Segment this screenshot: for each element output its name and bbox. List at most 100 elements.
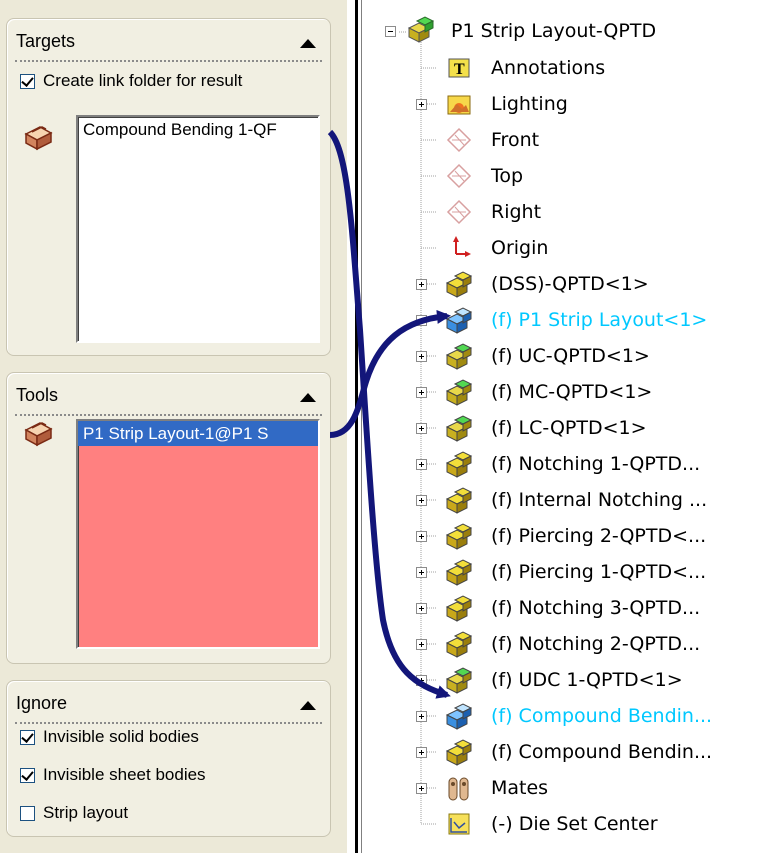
tree-node[interactable]: Top <box>367 158 757 194</box>
tree-node[interactable]: (f) Piercing 1-QPTD<... <box>367 554 757 590</box>
panel-divider <box>15 722 322 724</box>
expand-plus-icon[interactable] <box>416 747 427 758</box>
tools-listbox[interactable]: P1 Strip Layout-1@P1 S <box>76 419 320 649</box>
expand-plus-icon[interactable] <box>416 423 427 434</box>
expand-plus-icon[interactable] <box>416 315 427 326</box>
expand-plus-icon[interactable] <box>416 351 427 362</box>
tree-node-label: Annotations <box>491 57 606 79</box>
create-link-folder-label: Create link folder for result <box>43 71 243 90</box>
strip-layout-checkbox[interactable] <box>20 805 35 821</box>
body-selection-icon <box>24 422 53 447</box>
plane-icon <box>446 127 472 153</box>
tree-node[interactable]: Front <box>367 122 757 158</box>
splitter-line <box>355 0 358 853</box>
assembly-green-icon <box>445 379 473 406</box>
assembly-yellow-icon <box>445 595 473 622</box>
tree-node-label: (f) P1 Strip Layout<1> <box>491 309 708 331</box>
create-link-folder-checkbox[interactable] <box>20 73 35 89</box>
tools-panel: Tools P1 Strip Layout-1@P1 S <box>6 372 331 664</box>
annotations-icon: T <box>448 58 470 78</box>
assembly-blue-icon <box>445 703 473 730</box>
tree-node-label: (f) UDC 1-QPTD<1> <box>491 669 683 691</box>
pane-splitter[interactable] <box>347 0 367 853</box>
svg-text:T: T <box>454 61 465 78</box>
expand-plus-icon[interactable] <box>416 639 427 650</box>
splitter-shadow <box>361 0 362 853</box>
tool-list-item[interactable]: P1 Strip Layout-1@P1 S <box>78 421 318 446</box>
create-link-folder-option[interactable]: Create link folder for result <box>20 69 242 93</box>
tree-node[interactable]: (f) Internal Notching ... <box>367 482 757 518</box>
tree-node[interactable]: (f) Notching 3-QPTD... <box>367 590 757 626</box>
tree-node[interactable]: T Annotations <box>367 50 757 86</box>
targets-panel: Targets Create link folder for result Co… <box>6 18 331 356</box>
collapse-up-icon[interactable] <box>300 701 316 710</box>
ignore-option-invisible-sheet[interactable]: Invisible sheet bodies <box>20 763 206 787</box>
ignore-option-invisible-solid[interactable]: Invisible solid bodies <box>20 725 199 749</box>
tree-node[interactable]: (DSS)-QPTD<1> <box>367 266 757 302</box>
tree-node-label: (f) Notching 1-QPTD... <box>491 453 701 475</box>
tree-node-label: (f) Compound Bendin... <box>491 705 713 727</box>
expand-plus-icon[interactable] <box>416 603 427 614</box>
assembly-green-icon <box>445 667 473 694</box>
expand-plus-icon[interactable] <box>416 387 427 398</box>
feature-manager-tree: P1 Strip Layout-QPTD T Annotations Lighti… <box>367 0 757 853</box>
tree-node[interactable]: (f) Compound Bendin... <box>367 734 757 770</box>
collapse-up-icon[interactable] <box>300 393 316 402</box>
targets-title: Targets <box>16 31 76 51</box>
invisible-sheet-bodies-label: Invisible sheet bodies <box>43 765 206 784</box>
expand-plus-icon[interactable] <box>416 279 427 290</box>
ignore-option-strip-layout[interactable]: Strip layout <box>20 801 128 825</box>
invisible-solid-bodies-label: Invisible solid bodies <box>43 727 199 746</box>
tree-node-label: Right <box>491 201 542 223</box>
tree-node[interactable]: (f) UDC 1-QPTD<1> <box>367 662 757 698</box>
expand-plus-icon[interactable] <box>416 495 427 506</box>
assembly-green-icon <box>445 343 473 370</box>
assembly-yellow-icon <box>445 739 473 766</box>
tree-node-label: (f) Piercing 2-QPTD<... <box>491 525 707 547</box>
collapse-up-icon[interactable] <box>300 39 316 48</box>
expand-plus-icon[interactable] <box>416 675 427 686</box>
tree-node[interactable]: Lighting <box>367 86 757 122</box>
expand-plus-icon[interactable] <box>416 99 427 110</box>
tree-node-label: (f) Piercing 1-QPTD<... <box>491 561 707 583</box>
invisible-solid-bodies-checkbox[interactable] <box>20 729 35 745</box>
tree-node[interactable]: (f) Piercing 2-QPTD<... <box>367 518 757 554</box>
plane-icon <box>446 163 472 189</box>
origin-icon <box>453 236 471 257</box>
tree-node-label: Top <box>491 165 524 187</box>
ignore-title: Ignore <box>16 693 68 713</box>
expand-plus-icon[interactable] <box>416 711 427 722</box>
assembly-yellow-icon <box>445 631 473 658</box>
tree-node-label: (DSS)-QPTD<1> <box>491 273 649 295</box>
tree-node-label: Lighting <box>491 93 568 115</box>
tree-node-label: (f) Internal Notching ... <box>491 489 708 511</box>
tree-node[interactable]: (f) UC-QPTD<1> <box>367 338 757 374</box>
panel-divider <box>15 414 322 416</box>
tree-node[interactable]: (f) MC-QPTD<1> <box>367 374 757 410</box>
tree-node[interactable]: (f) LC-QPTD<1> <box>367 410 757 446</box>
tree-node[interactable]: (f) Notching 1-QPTD... <box>367 446 757 482</box>
tree-node-label: (f) Compound Bendin... <box>491 741 713 763</box>
tree-node[interactable]: (f) P1 Strip Layout<1> <box>367 302 757 338</box>
tools-title: Tools <box>16 385 59 405</box>
assembly-yellow-icon <box>445 451 473 478</box>
target-list-item[interactable]: Compound Bending 1-QF <box>78 117 318 142</box>
tree-node-label: Origin <box>491 237 549 259</box>
lighting-icon <box>447 95 471 115</box>
collapse-minus-icon[interactable] <box>385 26 396 37</box>
tree-node[interactable]: Origin <box>367 230 757 266</box>
mates-icon <box>448 777 469 801</box>
invisible-sheet-bodies-checkbox[interactable] <box>20 767 35 783</box>
tree-node[interactable]: Mates <box>367 770 757 806</box>
expand-plus-icon[interactable] <box>416 531 427 542</box>
expand-plus-icon[interactable] <box>416 567 427 578</box>
tree-node[interactable]: (f) Compound Bendin... <box>367 698 757 734</box>
tree-node[interactable]: (-) Die Set Center <box>367 806 757 842</box>
targets-listbox[interactable]: Compound Bending 1-QF <box>76 115 320 343</box>
expand-plus-icon[interactable] <box>416 459 427 470</box>
tree-node[interactable]: Right <box>367 194 757 230</box>
expand-plus-icon[interactable] <box>416 783 427 794</box>
tree-node[interactable]: (f) Notching 2-QPTD... <box>367 626 757 662</box>
tree-root-node[interactable]: P1 Strip Layout-QPTD <box>367 14 757 50</box>
assembly-yellow-icon <box>445 271 473 298</box>
